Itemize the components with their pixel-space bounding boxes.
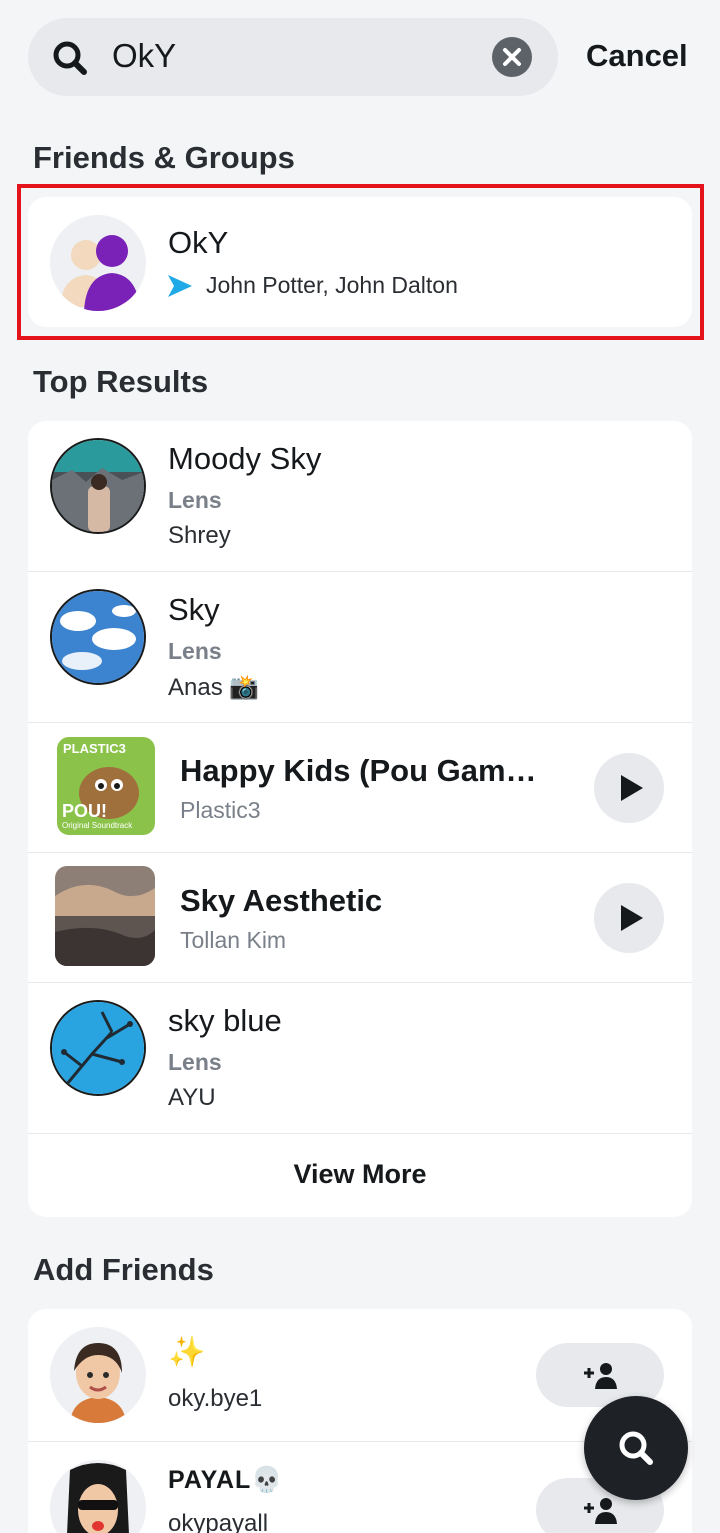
bitmoji-avatar xyxy=(50,1460,146,1533)
add-friend-icon xyxy=(584,1498,617,1524)
section-title-top-results: Top Results xyxy=(33,364,209,399)
clear-search-button[interactable] xyxy=(492,37,532,77)
search-icon xyxy=(619,1431,653,1465)
search-field[interactable]: OkY xyxy=(28,18,558,96)
search-input[interactable]: OkY xyxy=(112,37,176,75)
result-artist: Plastic3 xyxy=(180,797,261,823)
lens-avatar xyxy=(50,1000,146,1096)
result-type: Lens xyxy=(168,487,222,513)
result-name: Sky xyxy=(168,592,220,627)
result-name: Moody Sky xyxy=(168,441,322,476)
result-name: Sky Aesthetic xyxy=(180,883,383,918)
friend-display-name: PAYAL💀 xyxy=(168,1466,284,1494)
result-row-sky-aesthetic[interactable]: Sky Aesthetic Tollan Kim xyxy=(28,853,692,983)
view-more-button[interactable]: View More xyxy=(28,1159,692,1190)
result-name: Happy Kids (Pou Gam… xyxy=(180,753,537,788)
result-type: Lens xyxy=(168,1049,222,1075)
result-row-moody-sky[interactable]: Moody Sky Lens Shrey xyxy=(28,421,692,572)
album-art-caption: Original Soundtrack xyxy=(62,821,133,830)
top-results-card: Moody Sky Lens Shrey Sky Lens Anas 📸 PLA… xyxy=(28,421,692,1217)
floating-search-button[interactable] xyxy=(584,1396,688,1500)
result-author: Shrey xyxy=(168,522,231,549)
result-row-sky[interactable]: Sky Lens Anas 📸 xyxy=(28,572,692,723)
play-button[interactable] xyxy=(594,883,664,953)
cancel-button[interactable]: Cancel xyxy=(586,38,688,74)
section-title-add-friends: Add Friends xyxy=(33,1252,214,1287)
album-art xyxy=(55,866,155,966)
result-row-happy-kids[interactable]: PLASTIC3 POU! Original Soundtrack Happy … xyxy=(28,723,692,853)
bitmoji-avatar xyxy=(50,1327,146,1423)
result-type: Lens xyxy=(168,638,222,664)
friend-display-name: ✨ xyxy=(168,1336,206,1369)
friend-username: oky.bye1 xyxy=(168,1385,263,1412)
result-artist: Tollan Kim xyxy=(180,927,287,953)
section-title-friends-groups: Friends & Groups xyxy=(33,140,295,175)
play-icon xyxy=(621,775,643,801)
search-icon xyxy=(53,41,87,75)
result-author: AYU xyxy=(168,1084,216,1111)
result-author: Anas 📸 xyxy=(168,674,260,701)
album-art-logo: POU! xyxy=(62,801,107,821)
highlight-box xyxy=(17,184,704,340)
play-button[interactable] xyxy=(594,753,664,823)
lens-avatar xyxy=(50,438,146,534)
close-icon xyxy=(503,48,521,66)
result-row-sky-blue[interactable]: sky blue Lens AYU xyxy=(28,983,692,1134)
album-art: PLASTIC3 POU! Original Soundtrack xyxy=(57,737,155,835)
play-icon xyxy=(621,905,643,931)
search-bar: OkY Cancel xyxy=(28,18,700,96)
add-friend-icon xyxy=(584,1363,617,1389)
friend-username: okypayall xyxy=(168,1510,269,1533)
lens-avatar xyxy=(50,589,146,685)
result-name: sky blue xyxy=(168,1003,282,1038)
